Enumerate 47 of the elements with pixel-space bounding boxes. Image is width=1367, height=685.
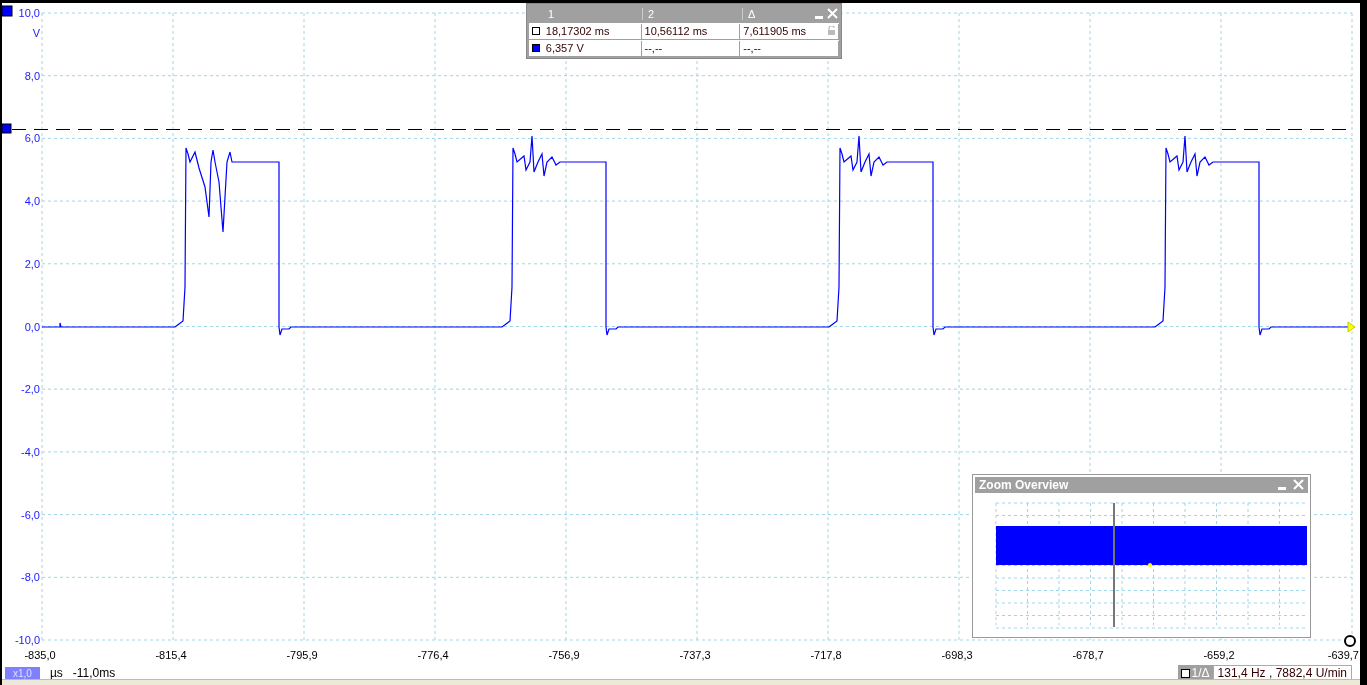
y-tick-label: -4,0 (21, 445, 40, 458)
table-cell: 6,357 V (542, 40, 642, 56)
table-cell: --,-- (740, 40, 839, 56)
x-tick-label: -659,2 (1203, 649, 1235, 661)
x-tick-label: -639,7 (1327, 649, 1359, 661)
x-tick-label: -717,8 (810, 649, 842, 661)
y-tick-label: -10,0 (14, 634, 40, 646)
close-icon[interactable] (827, 8, 838, 19)
x-tick-label: -815,4 (155, 649, 187, 661)
lock-icon[interactable] (828, 26, 835, 35)
trigger-dot-icon (1148, 563, 1152, 567)
y-tick-label: 10,0 (18, 7, 40, 19)
column-header: Δ (747, 8, 757, 20)
view-position-line[interactable] (1113, 503, 1115, 627)
time-unit-label: µs (49, 666, 63, 680)
y-tick-label: -2,0 (21, 383, 40, 396)
y-tick-label: 2,0 (24, 257, 40, 270)
minimize-icon[interactable] (815, 16, 823, 19)
x-tick-label: -756,9 (548, 649, 580, 661)
panel-title: Zoom Overview (979, 478, 1069, 492)
x-tick-label: -698,3 (941, 649, 973, 661)
x-tick-label: -776,4 (417, 649, 449, 661)
channel-marker-icon[interactable] (2, 5, 13, 17)
x-tick-label: -737,3 (679, 649, 711, 661)
table-cell: 18,17302 ms (542, 23, 642, 39)
zoom-factor-badge[interactable]: x1,0 (5, 666, 40, 680)
x-tick-label: -835,0 (24, 649, 56, 661)
horizontal-scrollbar[interactable] (2, 679, 1360, 685)
column-header: 2 (643, 8, 743, 20)
y-unit-label: V (32, 27, 40, 39)
y-tick-label: 6,0 (24, 132, 40, 145)
x-tick-label: -678,7 (1072, 649, 1104, 661)
y-tick-label: 4,0 (24, 195, 40, 208)
table-cell: --,-- (641, 40, 741, 56)
trigger-arrow-icon[interactable] (1347, 321, 1356, 333)
x-tick-label: -795,9 (286, 649, 318, 661)
time-offset-label: -11,0ms (72, 666, 116, 680)
y-tick-label: 8,0 (24, 69, 40, 82)
close-icon[interactable] (1293, 479, 1304, 490)
threshold-marker-icon[interactable] (2, 123, 12, 134)
circle-marker-icon[interactable] (1344, 635, 1356, 647)
column-header: 1 (543, 8, 643, 20)
y-tick-label: -8,0 (21, 571, 40, 584)
minimize-icon[interactable] (1278, 487, 1286, 490)
y-tick-label: 0,0 (24, 320, 40, 333)
table-cell: 10,56112 ms (641, 23, 741, 39)
y-tick-label: -6,0 (21, 508, 40, 521)
